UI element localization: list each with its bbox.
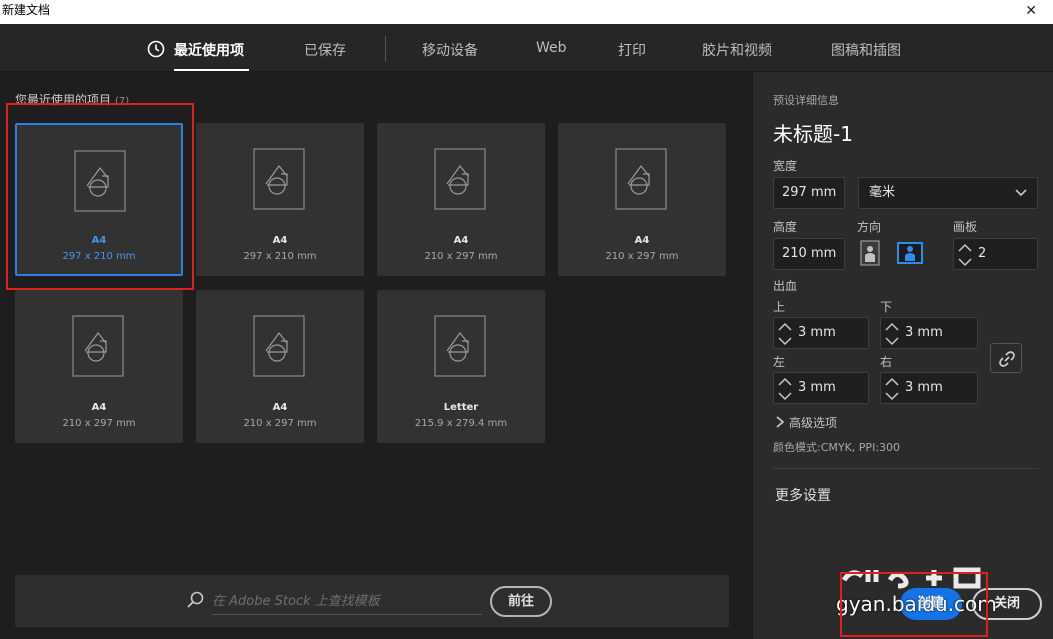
document-icon xyxy=(72,315,124,377)
preset-size: 210 x 297 mm xyxy=(62,418,136,429)
preset-size: 210 x 297 mm xyxy=(605,251,679,262)
bleed-right-stepper[interactable]: 3 mm xyxy=(880,372,978,404)
bleed-right-label: 右 xyxy=(880,355,893,369)
recent-count: (7) xyxy=(115,96,130,107)
preset-card[interactable]: A4 210 x 297 mm xyxy=(377,123,545,276)
chevron-down-icon xyxy=(1015,189,1027,197)
tab-web[interactable]: Web xyxy=(536,40,567,56)
panel-divider xyxy=(773,468,1039,469)
document-icon xyxy=(434,148,486,210)
preset-name: A4 xyxy=(272,402,288,413)
window-title: 新建文档 xyxy=(2,3,51,17)
color-mode-info: 颜色模式:CMYK, PPI:300 xyxy=(773,441,901,454)
window-titlebar: 新建文档 ✕ xyxy=(0,0,1053,24)
stock-go-button[interactable]: 前往 xyxy=(490,586,552,617)
unit-value: 毫米 xyxy=(869,185,896,200)
bleed-bottom-stepper[interactable]: 3 mm xyxy=(880,317,978,349)
bleed-left-stepper[interactable]: 3 mm xyxy=(773,372,869,404)
stepper-arrows-icon[interactable] xyxy=(776,375,794,403)
artboards-label: 画板 xyxy=(953,220,978,234)
preset-card[interactable]: A4 210 x 297 mm xyxy=(558,123,726,276)
window-close-icon[interactable]: ✕ xyxy=(1025,1,1037,21)
preset-name: A4 xyxy=(634,235,650,246)
preset-card[interactable]: A4 297 x 210 mm xyxy=(196,123,364,276)
document-icon xyxy=(434,315,486,377)
preset-size: 297 x 210 mm xyxy=(62,251,136,262)
portrait-orientation-icon[interactable] xyxy=(857,240,883,266)
chevron-right-icon xyxy=(776,416,785,428)
width-input[interactable]: 297 mm xyxy=(773,177,845,209)
artboards-value: 2 xyxy=(978,246,987,261)
clock-icon xyxy=(147,40,165,58)
preset-name: Letter xyxy=(443,402,479,413)
advanced-options-toggle[interactable]: 高级选项 xyxy=(775,414,837,431)
link-icon xyxy=(999,351,1015,367)
stock-search-input[interactable] xyxy=(212,589,482,615)
bleed-label: 出血 xyxy=(773,279,798,293)
stepper-arrows-icon[interactable] xyxy=(776,320,794,348)
tab-separator xyxy=(385,36,386,62)
tab-mobile[interactable]: 移动设备 xyxy=(422,40,478,60)
preset-size: 215.9 x 279.4 mm xyxy=(414,418,508,429)
tab-saved[interactable]: 已保存 xyxy=(304,40,346,60)
tab-film-video[interactable]: 胶片和视频 xyxy=(702,40,772,60)
bleed-top-value: 3 mm xyxy=(798,325,836,340)
document-icon xyxy=(253,148,305,210)
preset-size: 210 x 297 mm xyxy=(424,251,498,262)
landscape-orientation-icon[interactable] xyxy=(897,240,923,266)
preset-card[interactable]: A4 210 x 297 mm xyxy=(15,290,183,443)
height-label: 高度 xyxy=(773,220,798,234)
orientation-label: 方向 xyxy=(857,220,882,234)
stepper-arrows-icon[interactable] xyxy=(956,241,974,269)
preset-name: A4 xyxy=(453,235,469,246)
bleed-right-value: 3 mm xyxy=(905,380,943,395)
preset-card[interactable]: A4 210 x 297 mm xyxy=(196,290,364,443)
document-icon xyxy=(74,150,126,212)
preset-name: A4 xyxy=(91,235,107,246)
document-icon xyxy=(253,315,305,377)
preset-card[interactable]: A4 297 x 210 mm xyxy=(15,123,183,276)
document-name-field[interactable]: 未标题-1 xyxy=(773,118,853,147)
stepper-arrows-icon[interactable] xyxy=(883,375,901,403)
tab-recent[interactable]: 最近使用项 xyxy=(174,40,244,60)
preset-details-label: 预设详细信息 xyxy=(773,94,839,107)
bleed-top-stepper[interactable]: 3 mm xyxy=(773,317,869,349)
height-input[interactable]: 210 mm xyxy=(773,238,845,270)
preset-card[interactable]: Letter 215.9 x 279.4 mm xyxy=(377,290,545,443)
preset-size: 210 x 297 mm xyxy=(243,418,317,429)
width-label: 宽度 xyxy=(773,159,798,173)
close-button[interactable]: 关闭 xyxy=(972,588,1042,620)
bleed-bottom-value: 3 mm xyxy=(905,325,943,340)
tab-print[interactable]: 打印 xyxy=(618,40,646,60)
bleed-left-label: 左 xyxy=(773,355,786,369)
advanced-options-label: 高级选项 xyxy=(789,416,838,430)
artboards-stepper[interactable]: 2 xyxy=(953,238,1038,270)
preset-name: A4 xyxy=(91,402,107,413)
document-icon xyxy=(615,148,667,210)
preset-size: 297 x 210 mm xyxy=(243,251,317,262)
bleed-left-value: 3 mm xyxy=(798,380,836,395)
active-tab-underline xyxy=(174,69,249,71)
search-icon xyxy=(187,591,204,608)
preset-name: A4 xyxy=(272,235,288,246)
tab-art-illustration[interactable]: 图稿和插图 xyxy=(831,40,901,60)
unit-dropdown[interactable]: 毫米 xyxy=(858,177,1038,209)
stepper-arrows-icon[interactable] xyxy=(883,320,901,348)
more-settings-button[interactable]: 更多设置 xyxy=(775,485,831,505)
recent-section-title: 您最近使用的项目 (7) xyxy=(15,93,130,107)
create-button[interactable]: 创建 xyxy=(900,588,962,620)
bleed-bottom-label: 下 xyxy=(880,300,893,314)
bleed-top-label: 上 xyxy=(773,300,786,314)
link-bleed-button[interactable] xyxy=(990,343,1022,373)
